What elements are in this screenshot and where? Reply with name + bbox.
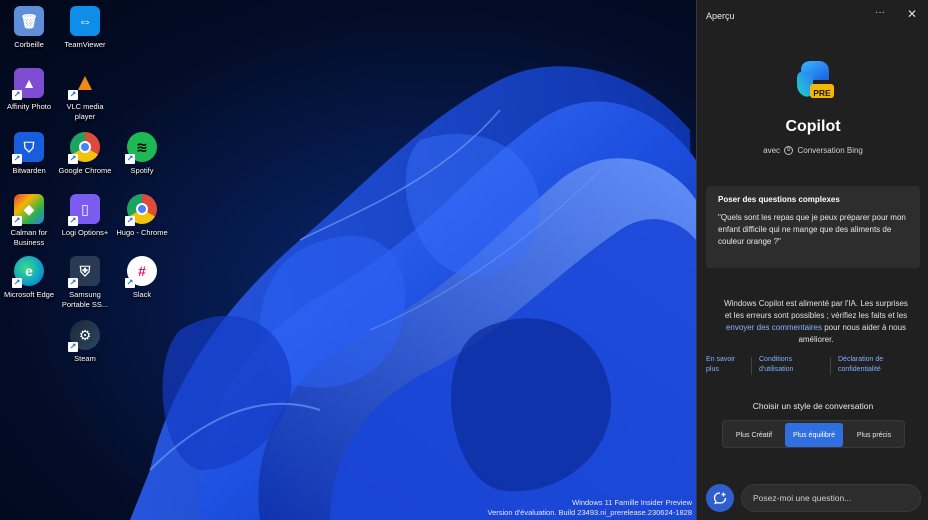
panel-titlebar: Aperçu ··· ✕ (697, 0, 928, 32)
desktop-icon-slack[interactable]: # ↗ Slack (113, 254, 171, 314)
style-balanced-button[interactable]: Plus équilibré (785, 423, 843, 447)
style-creative-button[interactable]: Plus Créatif (725, 423, 783, 447)
vlc-icon: ▲ ↗ (68, 69, 97, 100)
link-divider (830, 357, 831, 375)
affinity-photo-icon: ▲ ↗ (12, 68, 44, 100)
desktop-icon-bitwarden[interactable]: ⛉ ↗ Bitwarden (0, 130, 58, 190)
footer-links: En savoir plus Conditions d'utilisation … (697, 355, 928, 379)
subtitle-text: Conversation Bing (797, 146, 863, 155)
desktop-icon-label: Microsoft Edge (3, 290, 55, 299)
desktop-icon-edge[interactable]: e ↗ Microsoft Edge (0, 254, 58, 314)
build-watermark: Windows 11 Famille Insider Preview Versi… (487, 498, 692, 518)
samsung-ssd-icon: ⛨ ↗ (68, 256, 100, 288)
desktop-icon-label: Calman for Business (10, 228, 48, 247)
desktop-icon-label: Bitwarden (12, 166, 46, 175)
conversation-style-selector: Plus Créatif Plus équilibré Plus précis (722, 420, 905, 448)
teamviewer-icon: ⇔ (70, 6, 100, 36)
desktop-icon-affinity-photo[interactable]: ▲ ↗ Affinity Photo (0, 66, 58, 126)
terms-of-use-link[interactable]: Conditions d'utilisation (759, 355, 819, 374)
send-feedback-link[interactable]: envoyer des commentaires (726, 323, 822, 332)
desktop-icon-google-chrome[interactable]: ↗ Google Chrome (56, 130, 114, 190)
ask-question-input[interactable]: Posez-moi une question... (741, 484, 921, 512)
copilot-title: Copilot (785, 118, 841, 135)
suggestion-card[interactable]: Poser des questions complexes "Quels son… (706, 186, 920, 268)
watermark-line-2: Version d'évaluation. Build 23493.ni_pre… (487, 508, 692, 517)
chrome-icon: ↗ (68, 132, 100, 164)
desktop-icon-label: Google Chrome (58, 166, 112, 175)
recycle-bin-icon: 🗑 (14, 6, 44, 36)
desktop-icon-label: Slack (132, 290, 152, 299)
desktop-icon-teamviewer[interactable]: ⇔ TeamViewer (56, 4, 114, 64)
close-icon[interactable]: ✕ (907, 7, 921, 21)
desktop-icon-logi-options[interactable]: ▯ ↗ Logi Options+ (56, 192, 114, 252)
pre-badge: PRE (813, 88, 831, 98)
conversation-style-heading: Choisir un style de conversation (752, 401, 874, 411)
privacy-statement-link[interactable]: Déclaration de confidentialité (838, 355, 908, 374)
suggestion-card-title: Poser des questions complexes (718, 195, 840, 204)
chrome-profile-icon: ↗ (125, 194, 157, 226)
desktop-icon-hugo-chrome[interactable]: ↗ Hugo - Chrome (113, 192, 171, 252)
desktop-icon-label: Hugo - Chrome (116, 228, 168, 237)
panel-title: Aperçu (706, 11, 735, 21)
desktop-icon-label: Spotify (130, 166, 154, 175)
style-precise-button[interactable]: Plus précis (845, 423, 903, 447)
desktop-icon-label: Affinity Photo (6, 102, 52, 111)
new-topic-button[interactable] (706, 484, 734, 512)
copilot-subtitle: avec b Conversation Bing (697, 146, 928, 156)
desktop-icon-label: Samsung Portable SS... (61, 290, 109, 309)
desktop-icon-spotify[interactable]: ≋ ↗ Spotify (113, 130, 171, 190)
link-divider (751, 357, 752, 375)
disclaimer-text-before: Windows Copilot est alimenté par l'IA. L… (724, 299, 908, 320)
suggestion-card-text: "Quels sont les repas que je peux prépar… (718, 213, 906, 246)
desktop-icon-label: VLC media player (66, 102, 104, 121)
desktop-icon-calman[interactable]: ◆ ↗ Calman for Business (0, 192, 58, 252)
desktop-icon-label: Logi Options+ (61, 228, 109, 237)
learn-more-link[interactable]: En savoir plus (706, 355, 746, 374)
spotify-icon: ≋ ↗ (125, 132, 157, 164)
desktop-icon-samsung-ssd[interactable]: ⛨ ↗ Samsung Portable SS... (56, 254, 114, 314)
new-chat-icon (713, 492, 727, 505)
desktop-icon-corbeille[interactable]: 🗑 Corbeille (0, 4, 58, 64)
edge-icon: e ↗ (12, 256, 44, 288)
ai-disclaimer: Windows Copilot est alimenté par l'IA. L… (721, 298, 911, 346)
desktop-icon-label: Corbeille (14, 40, 44, 49)
desktop-icon-label: Steam (74, 354, 96, 363)
more-options-icon[interactable]: ··· (875, 7, 889, 18)
copilot-panel: Aperçu ··· ✕ PRE Copilot avec b Conversa… (696, 0, 928, 520)
bing-icon: b (784, 146, 794, 156)
logi-options-icon: ▯ ↗ (68, 194, 100, 226)
desktop-icon-vlc[interactable]: ▲ ↗ VLC media player (56, 66, 114, 126)
desktop: 🗑 Corbeille ▲ ↗ Affinity Photo ⛉ ↗ Bitward… (0, 0, 696, 520)
slack-icon: # ↗ (125, 256, 157, 288)
desktop-icon-steam[interactable]: ⚙ ↗ Steam (56, 318, 114, 378)
desktop-icon-label: TeamViewer (64, 40, 106, 49)
subtitle-prefix: avec (763, 146, 781, 155)
watermark-line-1: Windows 11 Famille Insider Preview (572, 498, 692, 507)
bitwarden-icon: ⛉ ↗ (12, 132, 44, 164)
steam-icon: ⚙ ↗ (68, 320, 100, 352)
calman-icon: ◆ ↗ (12, 194, 44, 226)
